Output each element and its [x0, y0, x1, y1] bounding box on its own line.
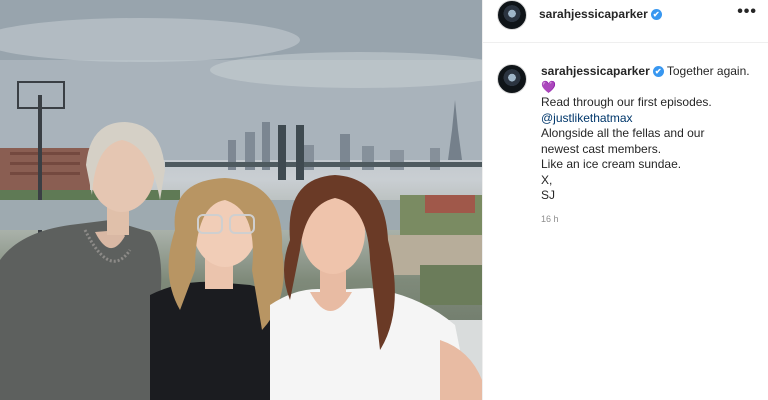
caption-line-1: Read through our first episodes.	[541, 95, 712, 109]
header-avatar[interactable]	[497, 0, 527, 30]
post-sidebar: sarahjessicaparker ✔ ••• sarahjessicapark…	[482, 0, 768, 400]
post-photo[interactable]	[0, 0, 482, 400]
photo-scene	[0, 0, 482, 400]
post-header: sarahjessicaparker ✔ •••	[483, 0, 768, 43]
header-username[interactable]: sarahjessicaparker ✔	[539, 7, 662, 21]
caption-line-2: Alongside all the fellas and our	[541, 126, 705, 140]
caption-avatar[interactable]	[497, 64, 527, 94]
verified-badge-icon: ✔	[650, 9, 662, 20]
post-timestamp[interactable]: 16 h	[541, 214, 559, 224]
caption-first-line: Together again.	[666, 64, 750, 78]
caption-username[interactable]: sarahjessicaparker	[541, 64, 650, 78]
header-username-text[interactable]: sarahjessicaparker	[539, 7, 648, 21]
caption-mention-link[interactable]: @justlikethatmax	[541, 111, 761, 127]
caption-line-4: Like an ice cream sundae.	[541, 157, 682, 171]
caption-line-5: X,	[541, 172, 553, 187]
more-options-icon[interactable]: •••	[737, 3, 757, 21]
caption-line-3: newest cast members.	[541, 141, 662, 156]
caption-line-6: SJ	[541, 188, 556, 202]
post-caption: sarahjessicaparker ✔ Together again. 💜 Re…	[541, 64, 761, 204]
verified-badge-icon: ✔	[652, 66, 664, 77]
purple-heart-icon: 💜	[541, 79, 556, 94]
